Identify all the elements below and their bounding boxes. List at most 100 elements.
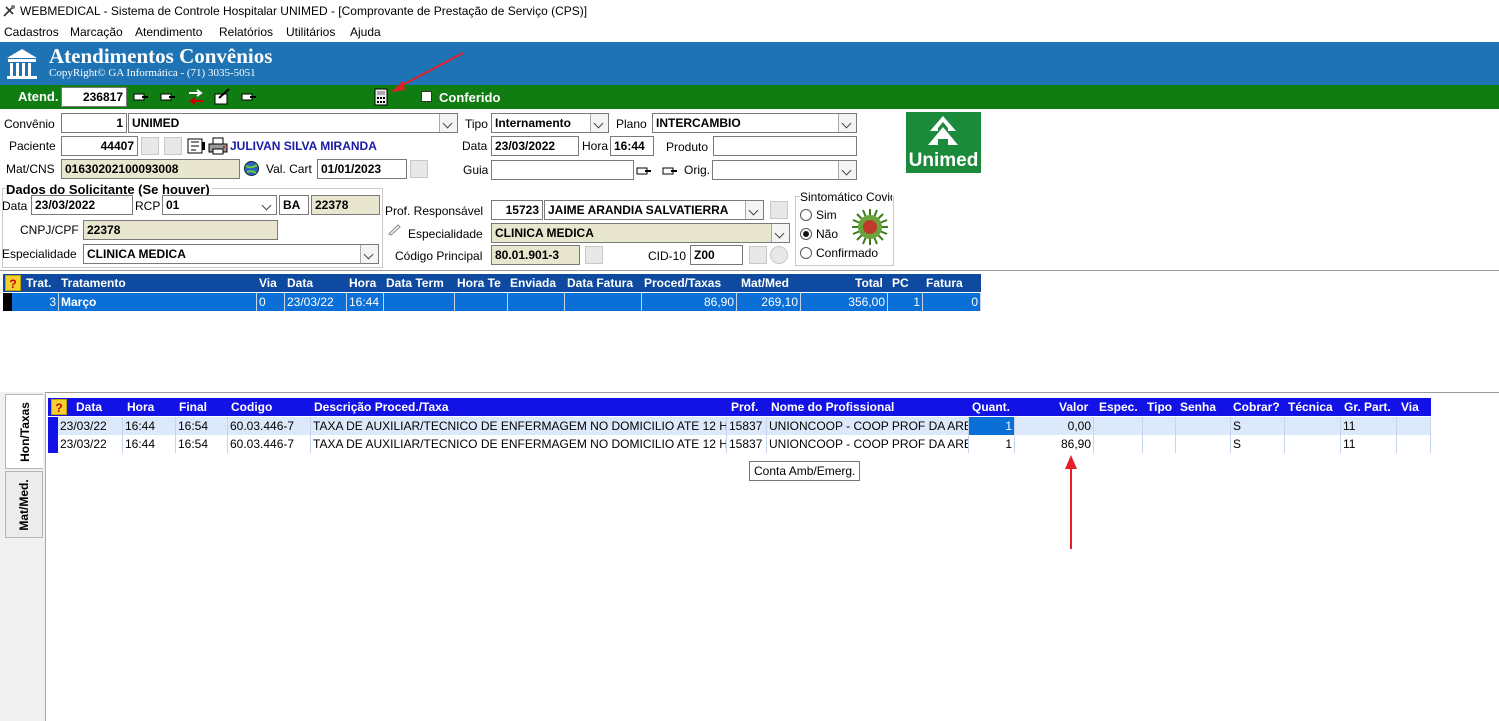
help-icon[interactable]: ? (5, 275, 21, 291)
pointer-hand-icon[interactable] (662, 165, 678, 177)
col-pc[interactable]: PC (892, 276, 909, 290)
printer-icon[interactable] (208, 137, 228, 155)
menu-atendimento[interactable]: Atendimento (135, 25, 202, 39)
col-valor[interactable]: Valor (1059, 400, 1088, 414)
convenio-code-field[interactable]: 1 (61, 113, 127, 133)
valcart-field[interactable]: 01/01/2023 (317, 159, 407, 179)
col-tipo[interactable]: Tipo (1147, 400, 1172, 414)
col-gr-part[interactable]: Gr. Part. (1344, 400, 1391, 414)
covid-confirmado-radio[interactable] (800, 247, 812, 259)
binoculars-icon[interactable] (749, 246, 767, 264)
chevron-down-icon[interactable] (838, 161, 856, 179)
pointer-hand-icon[interactable] (636, 165, 652, 177)
menu-cadastros[interactable]: Cadastros (4, 25, 59, 39)
binoculars-icon[interactable] (770, 201, 788, 219)
col-cobrar[interactable]: Cobrar? (1233, 400, 1280, 414)
col-espec[interactable]: Espec. (1099, 400, 1138, 414)
col-enviada[interactable]: Enviada (510, 276, 556, 290)
data-field[interactable]: 23/03/2022 (491, 136, 579, 156)
produto-field[interactable] (713, 136, 857, 156)
menu-relatorios[interactable]: Relatórios (219, 25, 273, 39)
chevron-down-icon[interactable] (590, 114, 608, 132)
crm-field[interactable]: 22378 (311, 195, 380, 215)
col-mat-med[interactable]: Mat/Med (741, 276, 789, 290)
solicitante-especialidade-select[interactable]: CLINICA MEDICA (83, 244, 379, 264)
menu-utilitarios[interactable]: Utilitários (286, 25, 335, 39)
phone-card-icon[interactable] (186, 137, 206, 155)
col-hora-te[interactable]: Hora Te (457, 276, 501, 290)
cell-quant: 1 (969, 435, 1015, 453)
pencil-icon[interactable] (387, 222, 401, 236)
paciente-code-field[interactable]: 44407 (61, 136, 138, 156)
binoculars-icon[interactable] (585, 246, 603, 264)
prof-code-field[interactable]: 15723 (491, 200, 543, 220)
transfer-icon[interactable] (187, 88, 205, 106)
covid-nao-radio[interactable] (800, 228, 812, 240)
help-icon[interactable]: ? (51, 399, 67, 415)
globe-icon[interactable] (243, 160, 260, 177)
especialidade-select[interactable]: CLINICA MEDICA (491, 223, 790, 243)
tipo-select-value: Internamento (495, 116, 572, 130)
col-descricao[interactable]: Descrição Proced./Taxa (314, 400, 449, 414)
col-codigo[interactable]: Codigo (231, 400, 272, 414)
cell-quant[interactable]: 1 (969, 417, 1015, 435)
pointer-hand-icon[interactable] (160, 91, 176, 103)
col-final[interactable]: Final (179, 400, 207, 414)
covid-sim-radio[interactable] (800, 209, 812, 221)
col-data[interactable]: Data (76, 400, 102, 414)
col-senha[interactable]: Senha (1180, 400, 1216, 414)
chevron-down-icon[interactable] (771, 224, 789, 242)
tab-hon-taxas[interactable]: Hon/Taxas (5, 394, 43, 469)
col-total[interactable]: Total (855, 276, 883, 290)
cid-field[interactable]: Z00 (690, 245, 743, 265)
uf-field[interactable]: BA (279, 195, 309, 215)
chevron-down-icon[interactable] (259, 196, 276, 214)
matcns-field[interactable]: 01630202100093008 (61, 159, 240, 179)
hora-field[interactable]: 16:44 (610, 136, 654, 156)
col-quant[interactable]: Quant. (972, 400, 1010, 414)
chevron-down-icon[interactable] (838, 114, 856, 132)
col-tratamento[interactable]: Tratamento (61, 276, 126, 290)
col-proced-taxas[interactable]: Proced/Taxas (644, 276, 721, 290)
col-data[interactable]: Data (287, 276, 313, 290)
table-row[interactable]: 23/03/22 16:44 16:54 60.03.446-7 TAXA DE… (48, 435, 1431, 453)
document-icon[interactable] (164, 137, 182, 155)
menu-ajuda[interactable]: Ajuda (350, 25, 381, 39)
chevron-down-icon[interactable] (439, 114, 457, 132)
table-row[interactable]: 3 Março 0 23/03/22 16:44 86,90 269,10 35… (3, 293, 981, 311)
guia-field[interactable] (491, 160, 634, 180)
col-prof[interactable]: Prof. (731, 400, 758, 414)
target-icon[interactable] (770, 246, 788, 264)
col-data-term[interactable]: Data Term (386, 276, 444, 290)
chevron-down-icon[interactable] (745, 201, 763, 219)
col-tecnica[interactable]: Técnica (1288, 400, 1333, 414)
cnpj-field[interactable]: 22378 (83, 220, 278, 240)
col-nome-profissional[interactable]: Nome do Profissional (771, 400, 894, 414)
tab-mat-med[interactable]: Mat/Med. (5, 471, 43, 538)
col-fatura[interactable]: Fatura (926, 276, 963, 290)
table-row[interactable]: 23/03/22 16:44 16:54 60.03.446-7 TAXA DE… (48, 417, 1431, 435)
solicitante-data-field[interactable]: 23/03/2022 (31, 195, 133, 215)
tipo-select[interactable]: Internamento (491, 113, 609, 133)
pointer-hand-icon[interactable] (133, 91, 149, 103)
orig-select[interactable] (712, 160, 857, 180)
pointer-hand-icon[interactable] (241, 91, 257, 103)
col-hora[interactable]: Hora (127, 400, 154, 414)
col-via[interactable]: Via (259, 276, 277, 290)
convenio-select[interactable]: UNIMED (128, 113, 458, 133)
col-data-fatura[interactable]: Data Fatura (567, 276, 633, 290)
trash-icon[interactable] (410, 160, 428, 178)
codigo-principal-field[interactable]: 80.01.901-3 (491, 245, 580, 265)
col-hora[interactable]: Hora (349, 276, 376, 290)
atend-number-field[interactable]: 236817 (61, 87, 127, 107)
binoculars-icon[interactable] (141, 137, 159, 155)
plano-select[interactable]: INTERCAMBIO (652, 113, 857, 133)
col-trat[interactable]: Trat. (26, 276, 51, 290)
chevron-down-icon[interactable] (360, 245, 378, 263)
cell-tipo (1143, 417, 1176, 435)
menu-marcacao[interactable]: Marcação (70, 25, 123, 39)
edit-record-icon[interactable] (213, 88, 231, 106)
rcp-select[interactable]: 01 (162, 195, 277, 215)
col-via[interactable]: Via (1401, 400, 1419, 414)
prof-name-select[interactable]: JAIME ARANDIA SALVATIERRA (544, 200, 764, 220)
